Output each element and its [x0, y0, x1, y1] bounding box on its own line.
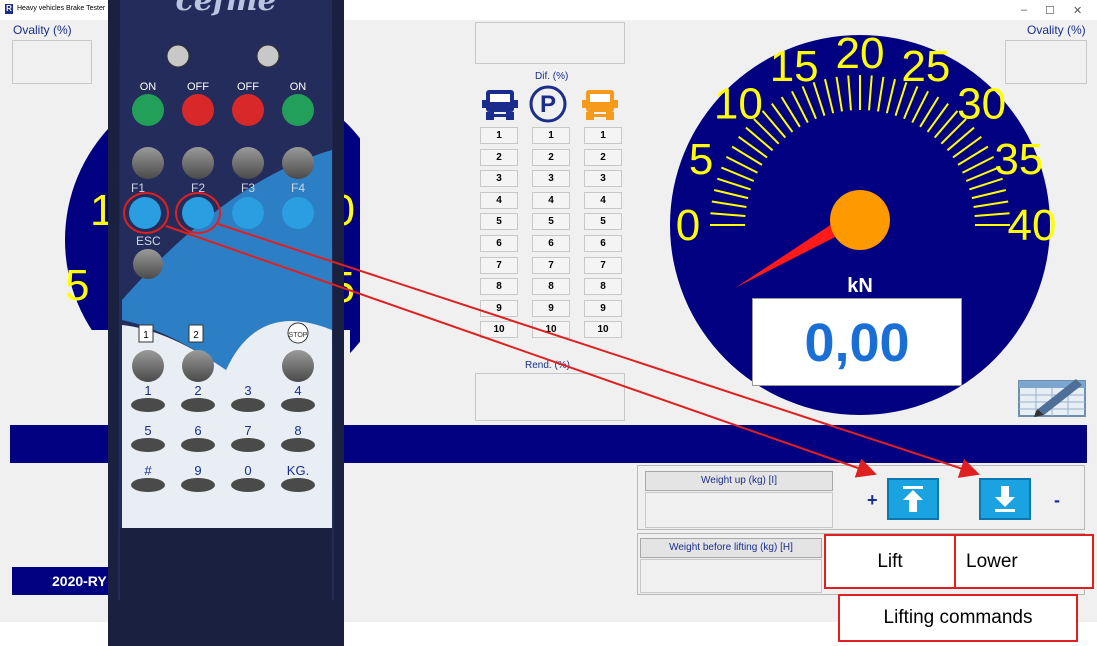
annotation-overlay [123, 192, 980, 478]
f2-highlight-circle [175, 192, 221, 234]
f2-to-lower-arrow [217, 223, 980, 478]
f1-to-lift-arrow [165, 225, 877, 478]
f1-highlight-circle [123, 192, 169, 234]
